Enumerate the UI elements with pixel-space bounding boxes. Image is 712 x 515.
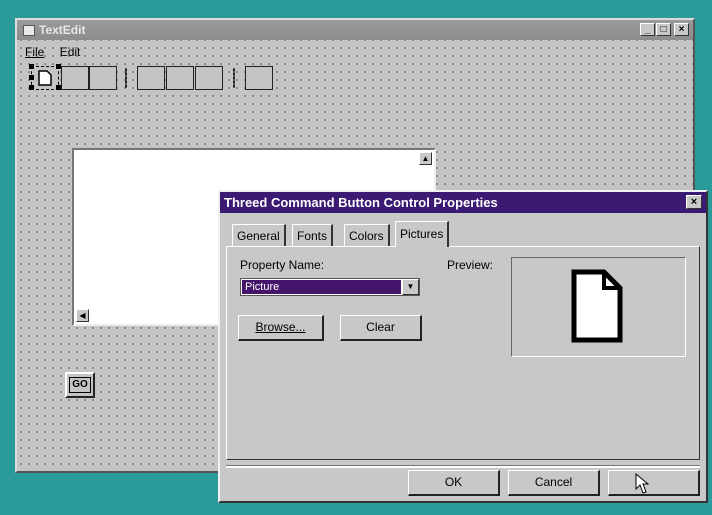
tab-colors[interactable]: Colors [344, 224, 390, 246]
scroll-up-arrow[interactable]: ▲ [419, 152, 432, 165]
browse-button[interactable]: Browse... [238, 315, 324, 341]
maximize-button[interactable]: □ [656, 23, 671, 36]
selection-handle[interactable] [29, 75, 34, 80]
divider [226, 465, 700, 468]
toolbar-slot[interactable] [195, 66, 223, 90]
selection-handle[interactable] [29, 85, 34, 90]
browse-button-label: Browse... [255, 320, 306, 334]
ok-button[interactable]: OK [408, 470, 500, 496]
property-dialog: Threed Command Button Control Properties… [218, 190, 708, 503]
menu-edit[interactable]: Edit [60, 45, 81, 59]
form-title: TextEdit [39, 23, 86, 37]
toolbar-slot[interactable] [89, 66, 117, 90]
clear-button[interactable]: Clear [340, 315, 422, 341]
go-button-control[interactable]: GO [65, 372, 95, 398]
cancel-button[interactable]: Cancel [508, 470, 600, 496]
cursor-icon [635, 473, 650, 494]
minimize-button[interactable]: _ [640, 23, 655, 36]
toolbar-slot-new-selected[interactable] [29, 64, 61, 90]
toolbar-slot[interactable] [166, 66, 194, 90]
clear-button-label: Clear [366, 320, 395, 334]
chevron-down-icon[interactable]: ▼ [402, 279, 419, 295]
tab-general[interactable]: General [232, 224, 286, 246]
tab-fonts[interactable]: Fonts [292, 224, 334, 246]
go-label: GO [69, 377, 91, 393]
property-name-value: Picture [242, 280, 401, 294]
dialog-close-button[interactable]: × [686, 195, 702, 209]
app-icon [23, 25, 35, 36]
tab-pictures[interactable]: Pictures [395, 221, 450, 247]
cancel-button-label: Cancel [534, 475, 573, 489]
document-icon [571, 269, 623, 343]
document-icon [38, 70, 52, 86]
form-titlebar[interactable]: TextEdit _ □ × [17, 20, 693, 40]
toolbar-slot[interactable] [245, 66, 273, 90]
toolbar-slot[interactable] [61, 66, 89, 90]
dialog-title: Threed Command Button Control Properties [224, 195, 498, 210]
toolbar-separator [125, 68, 127, 88]
preview-label: Preview: [447, 258, 494, 272]
toolbar-slot[interactable] [137, 66, 165, 90]
property-name-select[interactable]: Picture ▼ [240, 278, 420, 296]
property-name-label: Property Name: [240, 258, 325, 272]
menu-file[interactable]: File [25, 45, 44, 59]
dialog-titlebar[interactable]: Threed Command Button Control Properties… [220, 192, 706, 213]
menu-bar: File Edit [25, 45, 92, 61]
apply-button[interactable] [608, 470, 700, 496]
picture-preview [511, 257, 686, 357]
scroll-left-arrow[interactable]: ◀ [76, 309, 89, 322]
close-button[interactable]: × [674, 23, 689, 36]
selection-handle[interactable] [29, 64, 34, 69]
toolbar-separator [233, 68, 235, 88]
ok-button-label: OK [444, 475, 463, 489]
